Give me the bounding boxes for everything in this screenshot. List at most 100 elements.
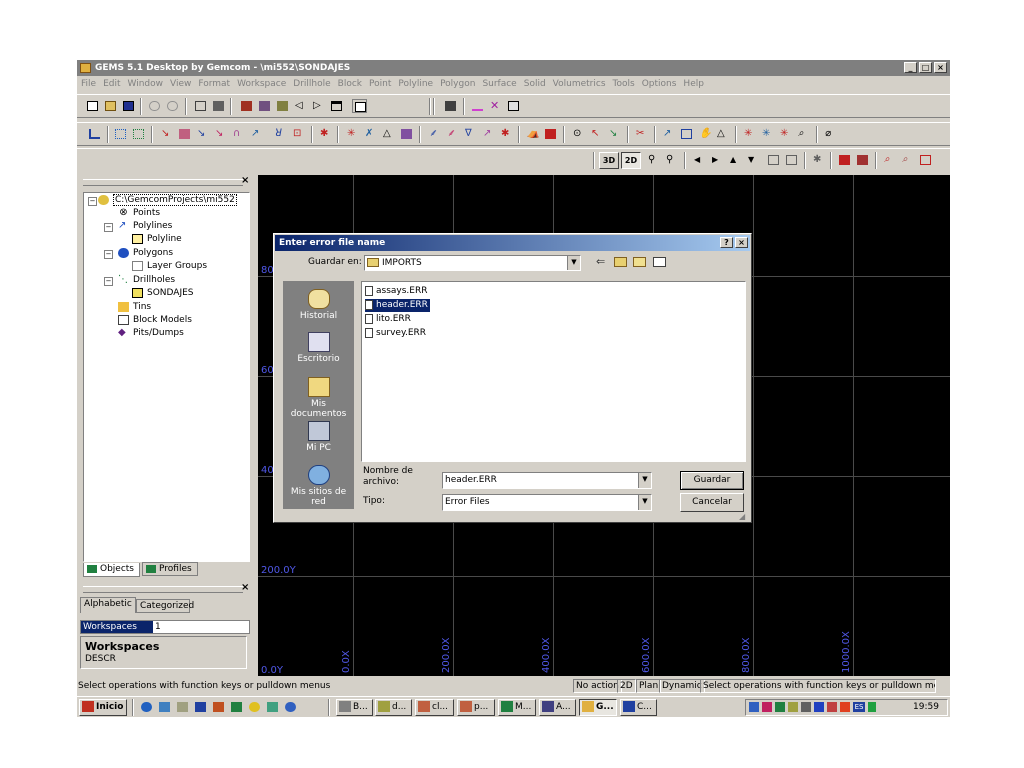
quicklaunch-ie-icon[interactable] — [139, 700, 154, 714]
resize-grip[interactable]: ◢ — [739, 512, 745, 521]
triangle-icon[interactable]: △ — [381, 127, 396, 141]
menu-polyline[interactable]: Polyline — [398, 79, 433, 89]
stretch-icon[interactable]: ↗ — [249, 127, 264, 141]
pan-icon[interactable]: ✋ — [697, 127, 712, 141]
query-point-icon[interactable]: ↘ — [607, 127, 622, 141]
scissors-icon[interactable]: ✂ — [634, 127, 649, 141]
chevron-down-icon[interactable]: ▼ — [638, 495, 651, 510]
open-folder-icon[interactable] — [103, 99, 118, 113]
task-button[interactable]: d... — [375, 699, 412, 716]
task-button-active[interactable]: G... — [579, 699, 617, 716]
layer-b-icon[interactable] — [855, 153, 870, 167]
file-item-assays[interactable]: assays.ERR — [365, 285, 429, 298]
tree-item-polygons[interactable]: Polygons — [118, 247, 173, 260]
expand-drillholes-icon[interactable]: − — [104, 277, 113, 286]
save-in-dropdown[interactable]: IMPORTS ▼ — [364, 255, 581, 271]
tray-network-icon[interactable] — [749, 702, 759, 712]
preview-icon[interactable] — [275, 99, 290, 113]
rotate-icon[interactable]: ↘ — [213, 127, 228, 141]
group-icon[interactable]: ꓤ — [273, 127, 288, 141]
menu-point[interactable]: Point — [369, 79, 391, 89]
props-close-icon[interactable]: × — [241, 582, 249, 593]
close-button[interactable]: × — [934, 62, 947, 73]
star-a-icon[interactable]: ✳ — [742, 127, 757, 141]
digitize-icon[interactable]: ↘ — [159, 127, 174, 141]
attach-icon[interactable]: ⛺ — [525, 127, 540, 141]
cross-tool-icon[interactable]: ✕ — [488, 99, 503, 113]
property-value[interactable]: 1 — [155, 621, 161, 633]
tray-status-icon[interactable] — [868, 702, 876, 712]
section-icon[interactable]: ↗ — [661, 127, 676, 141]
chevron-down-icon[interactable]: ▼ — [567, 256, 580, 270]
star-c-icon[interactable]: ✳ — [778, 127, 793, 141]
tray-language-icon[interactable]: ES — [853, 702, 865, 712]
polyline-d-icon[interactable]: ↗ — [481, 127, 496, 141]
triangle-2-icon[interactable]: △ — [715, 127, 730, 141]
window-icon[interactable] — [329, 99, 344, 113]
tray-alert-icon[interactable] — [840, 702, 850, 712]
redraw-icon[interactable] — [766, 153, 781, 167]
quicklaunch-desktop-icon[interactable] — [157, 700, 172, 714]
cancel-button[interactable]: Cancelar — [680, 493, 744, 512]
curve-icon[interactable]: ∩ — [231, 127, 246, 141]
quicklaunch-app-icon[interactable] — [247, 700, 262, 714]
fit-view-icon[interactable] — [784, 153, 799, 167]
move-icon[interactable]: ↘ — [195, 127, 210, 141]
menu-format[interactable]: Format — [198, 79, 230, 89]
tray-update-icon[interactable] — [775, 702, 785, 712]
snap-icon[interactable] — [87, 127, 102, 141]
gems-app-icon[interactable] — [80, 63, 91, 73]
file-type-dropdown[interactable]: Error Files ▼ — [442, 494, 652, 511]
up-folder-icon[interactable] — [614, 257, 627, 267]
title-bar[interactable]: GEMS 5.1 Desktop by Gemcom - \mi552\SOND… — [77, 60, 950, 76]
tree-item-sondajes[interactable]: SONDAJES — [132, 287, 194, 300]
menu-drillhole[interactable]: Drillhole — [293, 79, 330, 89]
tree-item-polylines[interactable]: ↗ Polylines — [118, 220, 172, 233]
panel-grip[interactable] — [83, 179, 243, 186]
pan-right-icon[interactable]: ▶ — [710, 153, 725, 167]
place-mi-pc[interactable]: Mi PC — [283, 421, 354, 453]
place-mis-sitios-de-red[interactable]: Mis sitios de red — [283, 465, 354, 507]
maximize-button[interactable]: □ — [919, 62, 932, 73]
props-grip[interactable] — [83, 586, 243, 593]
label-icon[interactable]: ⊡ — [291, 127, 306, 141]
menu-options[interactable]: Options — [642, 79, 677, 89]
tree-item-tins[interactable]: Tins — [118, 301, 151, 314]
menu-file[interactable]: File — [81, 79, 96, 89]
menu-volumetrics[interactable]: Volumetrics — [553, 79, 606, 89]
redo-icon[interactable] — [165, 99, 180, 113]
save-icon[interactable] — [121, 99, 136, 113]
tree-item-drillholes[interactable]: ⋱ Drillholes — [118, 274, 175, 287]
view-3d-button[interactable]: 3D — [599, 152, 619, 169]
pan-up-icon[interactable]: ▲ — [728, 153, 743, 167]
menu-block[interactable]: Block — [338, 79, 362, 89]
undo-icon[interactable] — [147, 99, 162, 113]
dialog-title-bar[interactable]: Enter error file name ? × — [275, 235, 750, 251]
table-tool-icon[interactable] — [506, 99, 521, 113]
edit-poly-icon[interactable] — [177, 127, 192, 141]
back-icon[interactable]: ⇐ — [596, 255, 605, 268]
layer-a-icon[interactable] — [837, 153, 852, 167]
next-icon[interactable]: ▷ — [311, 99, 326, 113]
tree-item-pits-dumps[interactable]: ◆ Pits/Dumps — [118, 327, 184, 340]
place-historial[interactable]: Historial — [283, 289, 354, 321]
new-folder-icon[interactable] — [633, 257, 646, 267]
detach-icon[interactable] — [543, 127, 558, 141]
tree-item-points[interactable]: ⊗ Points — [118, 207, 160, 220]
query-line-icon[interactable]: ↖ — [589, 127, 604, 141]
quicklaunch-search-icon[interactable] — [175, 700, 190, 714]
minimize-button[interactable]: _ — [904, 62, 917, 73]
menu-workspace[interactable]: Workspace — [237, 79, 286, 89]
query-zoom-icon[interactable]: ⌕ — [900, 153, 915, 167]
paste-icon[interactable] — [211, 99, 226, 113]
brush-icon[interactable]: ⌀ — [823, 127, 838, 141]
measure-icon[interactable]: ⌕ — [796, 127, 811, 141]
point-add-icon[interactable]: ✳ — [345, 127, 360, 141]
quicklaunch-media-icon[interactable] — [265, 700, 280, 714]
polyline-c-icon[interactable]: ∇ — [463, 127, 478, 141]
filename-input[interactable]: header.ERR ▼ — [442, 472, 652, 489]
tray-app-icon[interactable] — [827, 702, 837, 712]
place-mis-documentos[interactable]: Mis documentos — [283, 377, 354, 419]
tree-item-polyline[interactable]: Polyline — [132, 233, 182, 246]
line-tool-icon[interactable] — [470, 99, 485, 113]
